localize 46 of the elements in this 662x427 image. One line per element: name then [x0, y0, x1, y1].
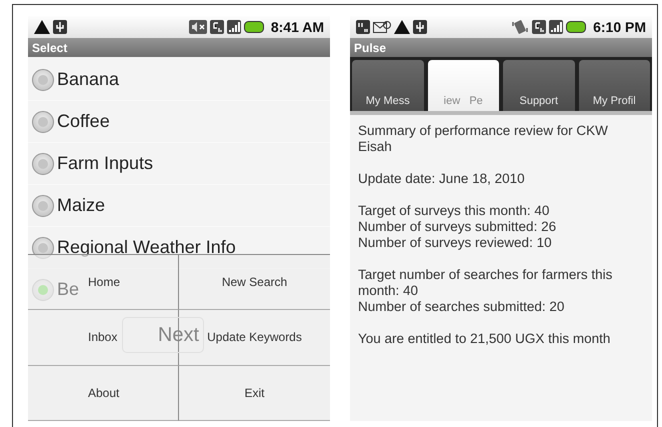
summary-text: Summary of performance review for CKW Eisah: [358, 123, 609, 155]
menu-item[interactable]: Update Keywords: [207, 330, 302, 344]
option-item[interactable]: Maize: [28, 185, 330, 227]
radio-button[interactable]: [32, 110, 54, 132]
signal-icon: [226, 20, 241, 34]
title-bar: Pulse: [350, 38, 652, 57]
menu-item[interactable]: About: [88, 386, 120, 400]
signal-icon: [549, 20, 564, 34]
mute-icon: [188, 20, 207, 34]
menu-item[interactable]: Exit: [244, 386, 264, 400]
option-label: Be: [57, 279, 80, 300]
clock-time: 8:41 AM: [270, 19, 324, 35]
option-label: Coffee: [57, 111, 110, 132]
mail-icon: [373, 20, 391, 34]
tab[interactable]: My Mess: [352, 60, 424, 111]
option-item[interactable]: Banana: [28, 59, 330, 101]
summary-text: Number of surveys reviewed: 10: [358, 235, 553, 251]
option-item[interactable]: Farm Inputs: [28, 143, 330, 185]
menu-item[interactable]: New Search: [222, 275, 288, 290]
summary-text: You are entitled to 21,500 UGX this month: [358, 331, 612, 347]
radio-button[interactable]: [32, 68, 54, 90]
option-label: Banana: [57, 69, 120, 90]
option-label: Farm Inputs: [57, 153, 154, 174]
option-label: Regional Weather Info: [57, 237, 236, 258]
menu-item[interactable]: Inbox: [88, 330, 118, 344]
summary-text: Target number of searches for farmers this month: 40: [358, 267, 613, 299]
summary-text: Number of searches submitted: 20: [358, 299, 566, 315]
battery-icon: [244, 21, 264, 33]
usb-icon: [413, 20, 427, 34]
clock-time: 6:10 PM: [593, 19, 646, 35]
option-item[interactable]: Coffee: [28, 101, 330, 143]
summary-text: Target of surveys this month: 40: [358, 203, 550, 219]
summary-text: Update date: June 18, 2010: [358, 171, 526, 187]
title-bar: Select: [28, 38, 330, 57]
battery-icon: [566, 21, 586, 33]
warning-icon: [394, 20, 410, 34]
usb-icon: [53, 20, 67, 34]
summary-text: Number of surveys submitted: 26: [358, 219, 558, 235]
tab[interactable]: My Profil: [578, 60, 650, 111]
radio-button[interactable]: [32, 152, 54, 174]
tab[interactable]: Support: [503, 60, 574, 111]
radio-button[interactable]: [32, 194, 54, 216]
vibrate-icon: [511, 19, 530, 35]
warning-icon: [34, 20, 50, 34]
menu-item[interactable]: Home: [88, 275, 120, 290]
option-label: Maize: [57, 195, 106, 216]
